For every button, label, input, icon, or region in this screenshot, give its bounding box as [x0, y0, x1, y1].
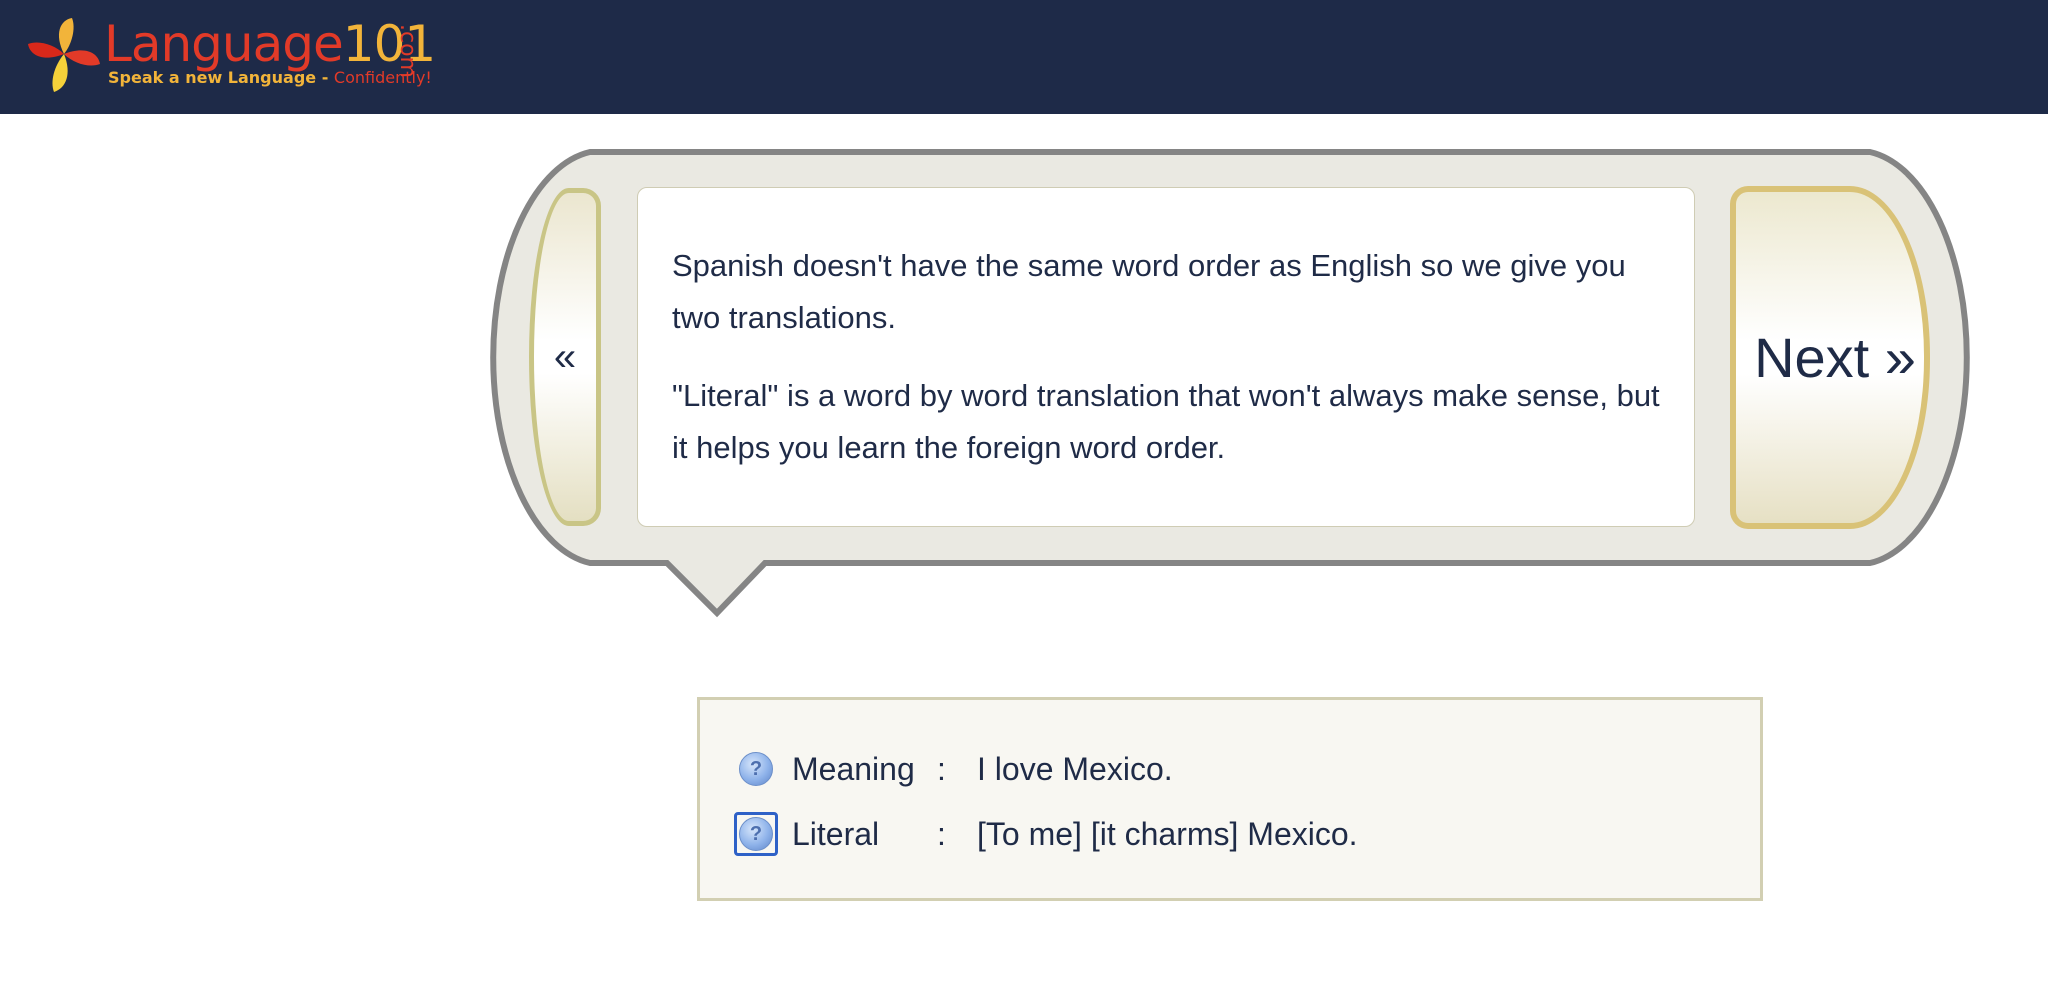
next-button[interactable]: Next » — [1730, 186, 1930, 529]
instruction-paragraph: "Literal" is a word by word translation … — [672, 378, 1660, 465]
literal-label: Literal — [792, 815, 880, 852]
question-mark-icon: ? — [739, 752, 773, 786]
literal-value: [To me] [it charms] Mexico. — [977, 815, 1358, 852]
previous-button[interactable]: « — [529, 188, 601, 526]
meaning-separator: : — [937, 750, 946, 787]
question-mark-icon: ? — [739, 817, 773, 851]
instruction-text: Spanish doesn't have the same word order… — [637, 187, 1695, 527]
instruction-paragraph: Spanish doesn't have the same word order… — [672, 248, 1626, 335]
meaning-label: Meaning — [792, 750, 915, 787]
literal-row: ? Literal : [To me] [it charms] Mexico. — [734, 809, 1358, 859]
literal-separator: : — [937, 815, 946, 852]
translation-box: ? Meaning : I love Mexico. ? Literal : [… — [697, 697, 1763, 901]
help-icon[interactable]: ? — [734, 812, 778, 856]
help-icon[interactable]: ? — [736, 749, 776, 789]
meaning-value: I love Mexico. — [977, 750, 1173, 787]
meaning-row: ? Meaning : I love Mexico. — [736, 744, 1173, 794]
